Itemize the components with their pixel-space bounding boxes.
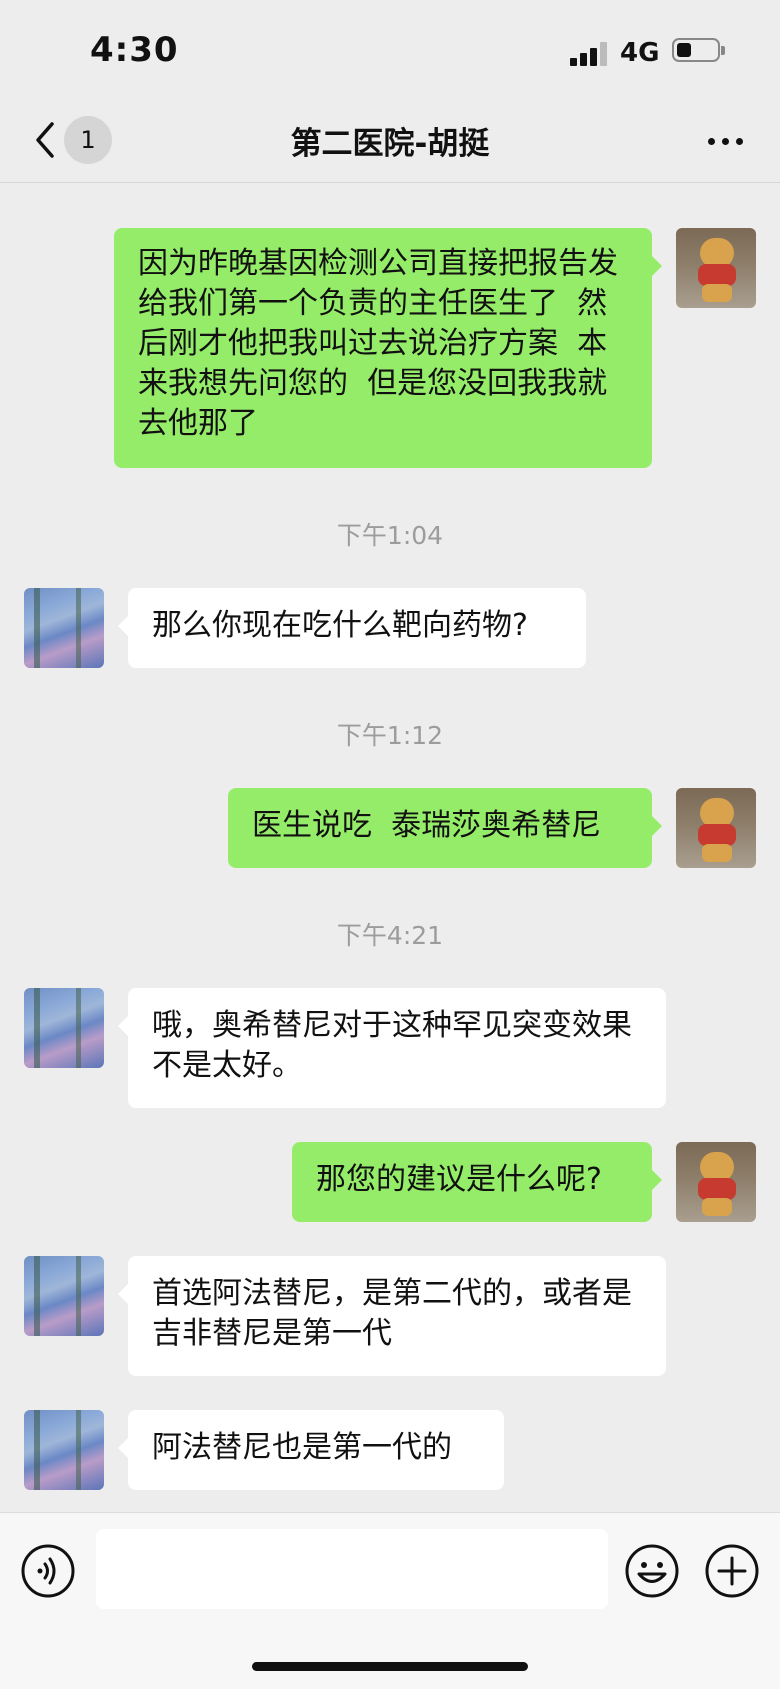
signal-icon bbox=[570, 42, 610, 66]
status-bar: 4:30 4G bbox=[0, 0, 780, 100]
plus-icon bbox=[705, 1544, 759, 1598]
chat-message-list[interactable]: 因为昨晚基因检测公司直接把报告发给我们第一个负责的主任医生了 然后刚才他把我叫过… bbox=[0, 100, 780, 1512]
contact-avatar[interactable] bbox=[24, 588, 104, 668]
user-avatar[interactable] bbox=[676, 1142, 756, 1222]
message-bubble-outgoing[interactable]: 医生说吃 泰瑞莎奥希替尼 bbox=[228, 788, 662, 868]
emoji-icon bbox=[625, 1544, 679, 1598]
message-bubble-outgoing[interactable]: 因为昨晚基因检测公司直接把报告发给我们第一个负责的主任医生了 然后刚才他把我叫过… bbox=[114, 228, 662, 468]
message-bubble-incoming[interactable]: 首选阿法替尼，是第二代的，或者是吉非替尼是第一代 bbox=[118, 1256, 666, 1376]
message-bubble-incoming[interactable]: 阿法替尼也是第一代的 bbox=[118, 1410, 504, 1490]
battery-icon bbox=[672, 38, 725, 62]
message-timestamp: 下午4:21 bbox=[336, 921, 444, 950]
network-label: 4G bbox=[620, 38, 660, 68]
more-functions-button[interactable] bbox=[704, 1543, 760, 1599]
emoji-button[interactable] bbox=[624, 1543, 680, 1599]
message-bubble-outgoing[interactable]: 那您的建议是什么呢? bbox=[292, 1142, 662, 1222]
message-input[interactable] bbox=[96, 1529, 608, 1609]
message-timestamp: 下午1:04 bbox=[336, 521, 444, 550]
user-avatar[interactable] bbox=[676, 788, 756, 868]
contact-avatar[interactable] bbox=[24, 1410, 104, 1490]
message-timestamp: 下午1:12 bbox=[336, 721, 444, 750]
user-avatar[interactable] bbox=[676, 228, 756, 308]
chat-title: 第二医院-胡挺 bbox=[290, 126, 490, 162]
home-indicator[interactable] bbox=[252, 1662, 528, 1671]
contact-avatar[interactable] bbox=[24, 988, 104, 1068]
voice-button[interactable] bbox=[20, 1543, 76, 1599]
more-options-button[interactable] bbox=[700, 126, 750, 156]
contact-avatar[interactable] bbox=[24, 1256, 104, 1336]
chat-header: 1 第二医院-胡挺 bbox=[0, 100, 780, 183]
status-time: 4:30 bbox=[90, 30, 179, 70]
message-bubble-incoming[interactable]: 哦，奥希替尼对于这种罕见突变效果不是太好。 bbox=[118, 988, 666, 1108]
voice-icon bbox=[21, 1544, 75, 1598]
message-bubble-incoming[interactable]: 那么你现在吃什么靶向药物? bbox=[118, 588, 586, 668]
